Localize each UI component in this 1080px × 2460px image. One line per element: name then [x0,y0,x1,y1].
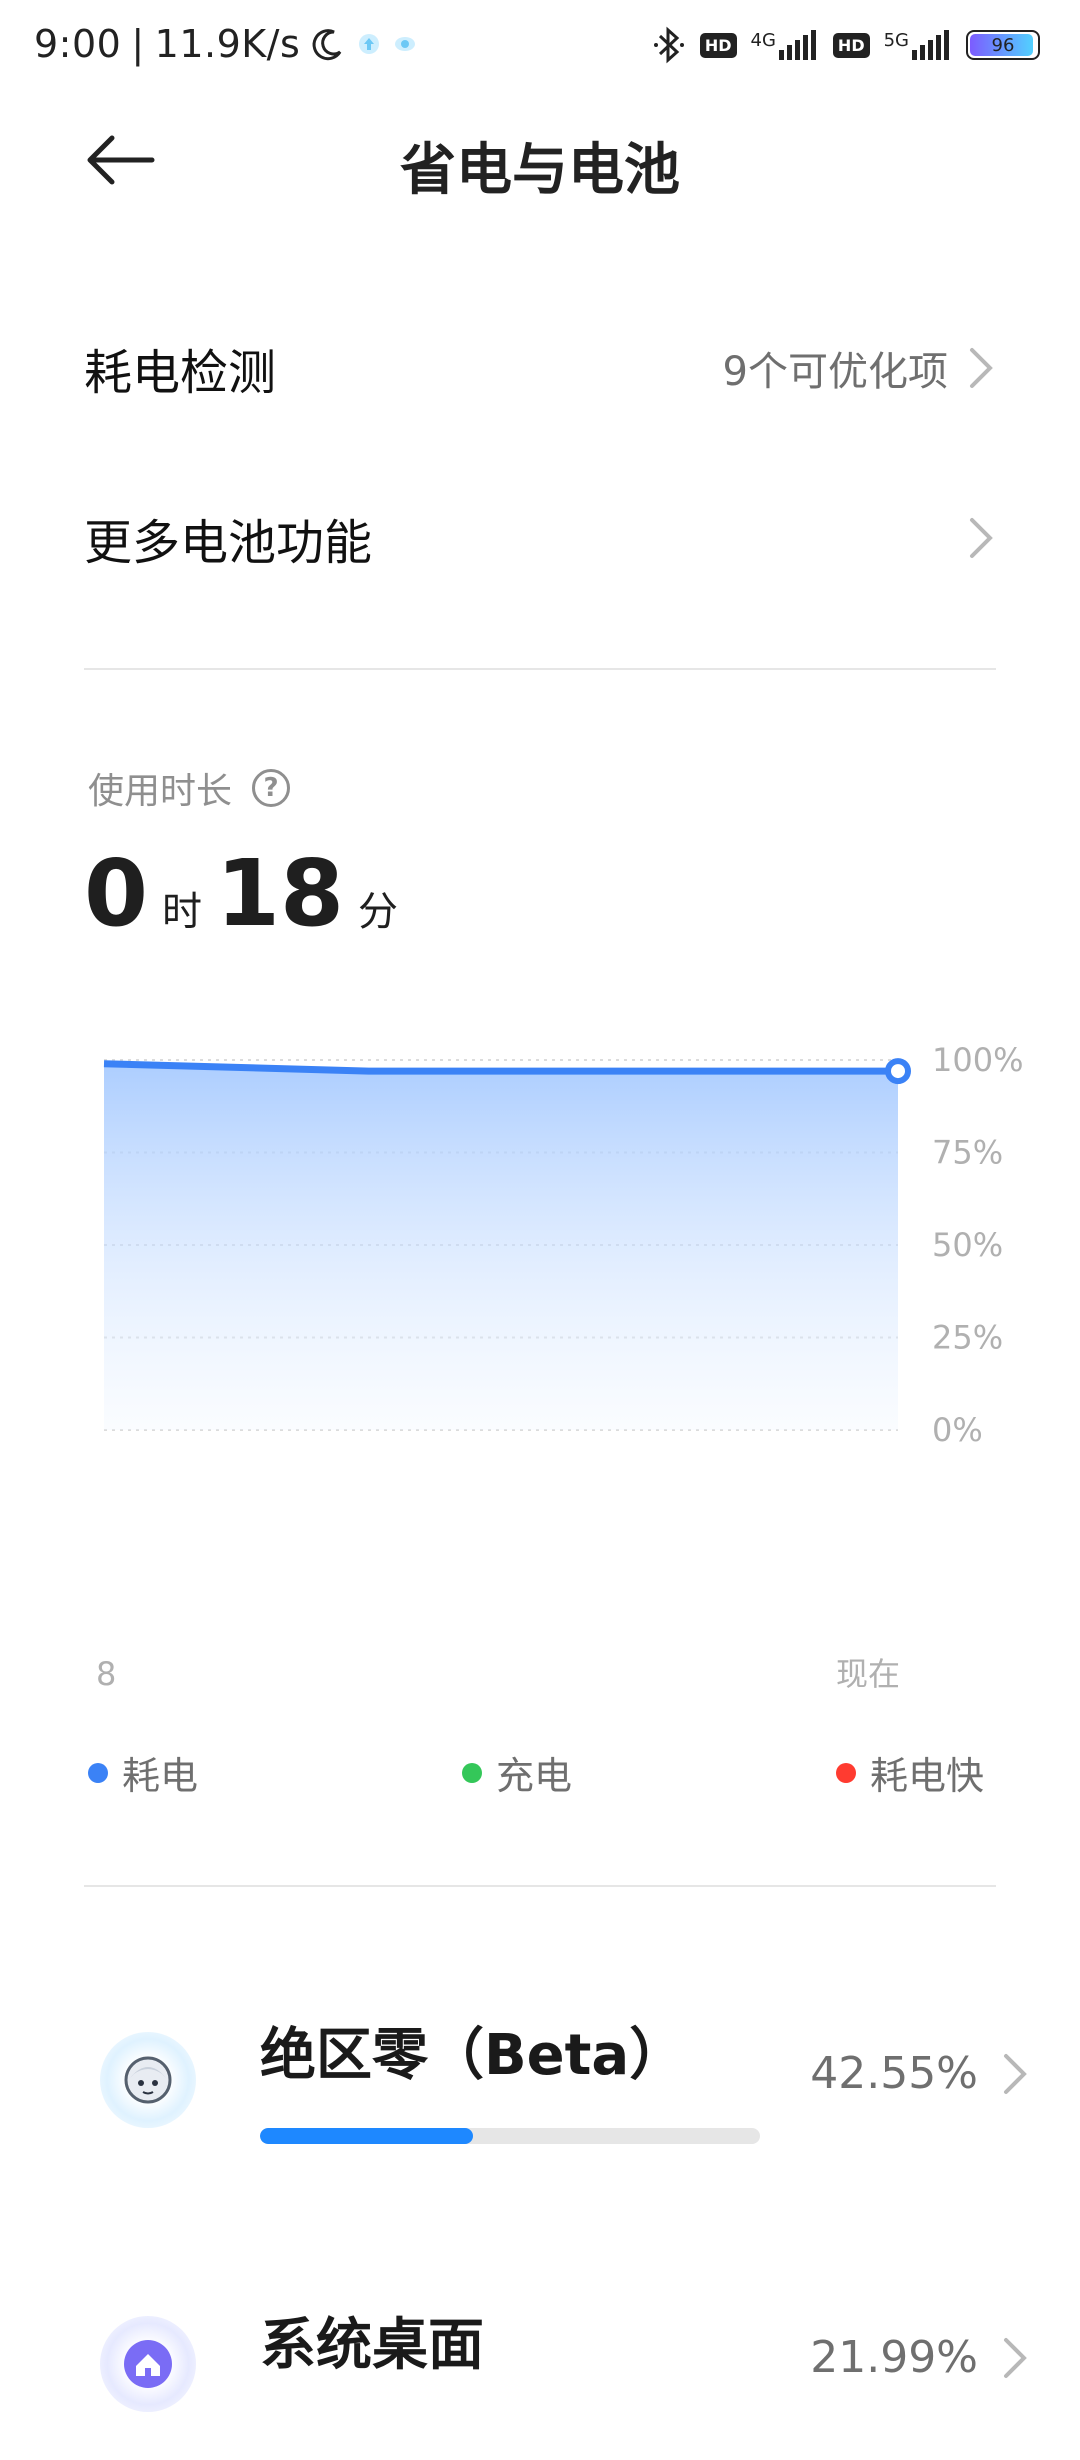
legend-divider [84,1885,996,1887]
legend-item-drain: 耗电 [88,1745,198,1800]
game-character-icon [100,2032,196,2128]
usage-hours: 0 [84,840,149,947]
battery-chart[interactable]: 100% 75% 50% 25% 0% 8 现在 [0,1030,1080,1730]
app-percent-group: 42.55% [810,2048,1030,2099]
legend-item-charging: 充电 [462,1745,572,1800]
signal-5g: 5G [884,30,952,60]
usage-minutes-unit: 分 [358,889,399,935]
chart-area [104,1063,898,1430]
signal-bars-icon-2 [912,30,949,60]
power-detection-right: 9个可优化项 [723,339,996,397]
power-detection-label: 耗电检测 [84,345,277,401]
usage-duration-value: 0 时 18 分 [84,840,398,947]
page-title: 省电与电池 [400,138,680,203]
upload-icon [359,34,380,54]
usage-share-fill [260,2128,473,2144]
y-tick-label: 75% [932,1134,1003,1172]
more-battery-features-row[interactable]: 更多电池功能 [84,483,996,593]
legend-label-drain: 耗电 [122,1754,199,1798]
game-character-glyph [124,2056,172,2104]
hd-badge: HD [699,32,737,58]
app-name: 绝区零（Beta） [260,2023,686,2088]
y-tick-label: 100% [932,1041,1023,1079]
battery-icon: 96 [966,30,1040,60]
app-percent-group: 21.99% [810,2332,1030,2383]
x-axis-end-label: 现在 [836,1655,900,1693]
app-name: 系统桌面 [260,2313,484,2378]
chart-end-point [885,1058,911,1085]
status-net-speed: 11.9K/s [154,22,301,66]
x-axis-start-label: 8 [96,1655,116,1693]
status-bar-left: 9:00 | 11.9K/s [34,22,418,66]
app-percent: 21.99% [810,2332,978,2383]
chevron-right-icon [970,518,993,558]
usage-duration-header: 使用时长 ? [88,762,291,814]
power-detection-value: 9个可优化项 [722,349,948,395]
sync-icon [395,37,416,51]
app-percent: 42.55% [810,2048,978,2099]
status-separator: | [131,22,145,66]
legend-item-fast-drain: 耗电快 [836,1745,984,1800]
legend-dot-fast-drain [836,1762,856,1783]
moon-icon [312,29,342,61]
y-tick-label: 0% [932,1411,983,1449]
legend-dot-drain [88,1762,108,1783]
app-row-system-launcher[interactable]: 系统桌面 21.99% [0,2290,1080,2460]
y-tick-label: 50% [932,1226,1003,1264]
usage-duration-label: 使用时长 [88,771,233,812]
y-tick-label: 25% [932,1319,1003,1357]
bluetooth-icon [653,26,684,64]
network-type-label: 4G [750,30,776,51]
hd-badge-2: HD [832,32,870,58]
chevron-right-icon [1004,2053,1027,2094]
home-icon [100,2316,196,2412]
section-divider [84,668,996,670]
legend-dot-charging [462,1762,482,1783]
power-detection-row[interactable]: 耗电检测 9个可优化项 [84,313,996,423]
signal-bars-icon [778,30,816,60]
app-row-zenless-zone-zero[interactable]: 绝区零（Beta） 42.55% [0,1990,1080,2160]
chart-line [103,1060,898,1075]
status-bar-right: HD 4G HD 5G 96 [652,26,1040,64]
usage-share-bar [260,2128,760,2144]
network-type-label-2: 5G [883,30,909,51]
chevron-right-icon [1004,2337,1027,2378]
help-icon[interactable]: ? [252,769,291,807]
legend-label-fast-drain: 耗电快 [870,1754,985,1798]
status-time: 9:00 [34,22,122,66]
more-battery-features-label: 更多电池功能 [84,515,373,571]
usage-minutes: 18 [216,840,345,947]
chevron-right-icon [970,348,993,388]
home-glyph [124,2340,172,2388]
usage-hours-unit: 时 [162,889,203,935]
legend-label-charging: 充电 [496,1754,573,1798]
battery-level: 96 [991,34,1015,56]
more-battery-features-right [948,516,996,560]
signal-4g: 4G [751,30,819,60]
